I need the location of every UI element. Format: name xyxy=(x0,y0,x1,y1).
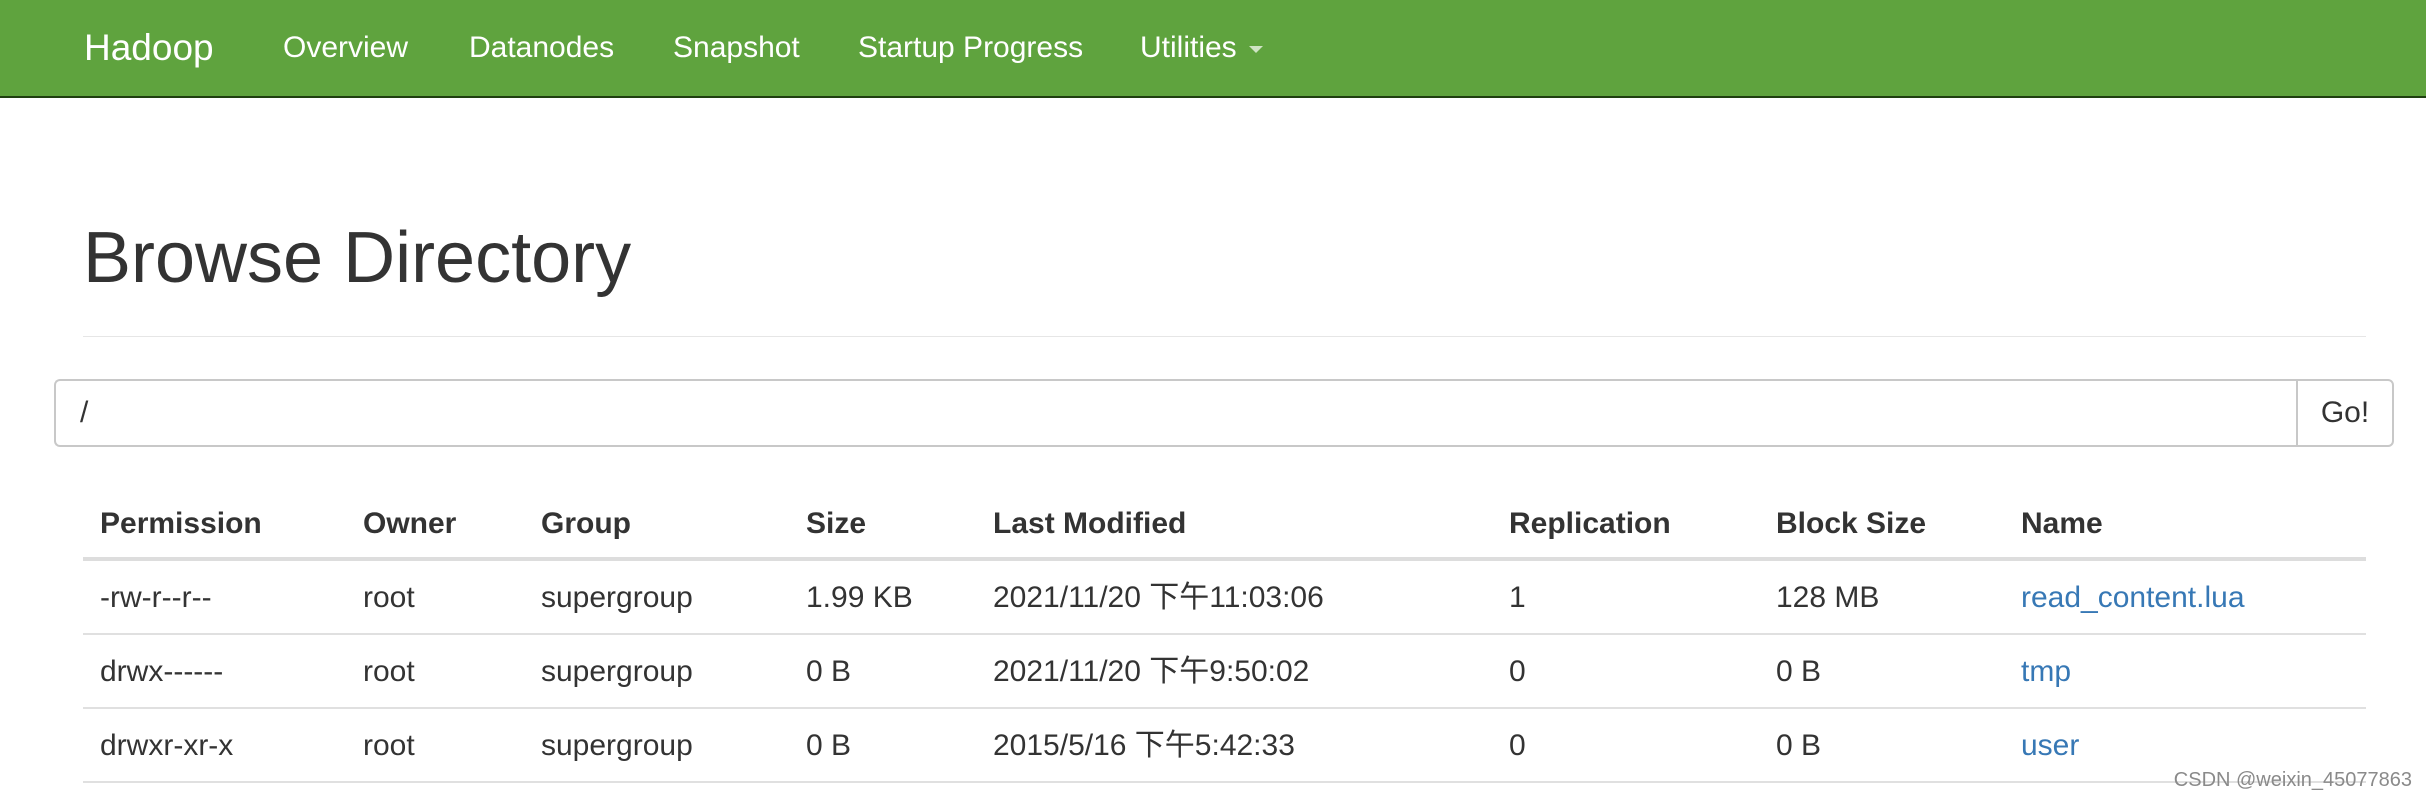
cell-group: supergroup xyxy=(541,729,693,762)
cell-last-modified: 2021/11/20 下午9:50:02 xyxy=(993,655,1310,688)
header-replication[interactable]: Replication xyxy=(1509,496,1671,552)
watermark: CSDN @weixin_45077863 xyxy=(2173,769,2412,791)
cell-block-size: 128 MB xyxy=(1776,581,1880,614)
cell-permission: drwx------ xyxy=(100,655,224,688)
cell-size: 0 B xyxy=(806,655,852,688)
table-row: drwxr-xr-x root supergroup 0 B 2015/5/16… xyxy=(83,709,2366,783)
directory-name-link[interactable]: user xyxy=(2021,709,2079,783)
title-divider xyxy=(83,336,2366,337)
cell-size: 0 B xyxy=(806,729,852,762)
table-header-row: Permission Owner Group Size Last Modifie… xyxy=(83,496,2366,561)
cell-replication: 0 xyxy=(1509,655,1526,688)
nav-utilities-dropdown[interactable]: Utilities xyxy=(1140,26,1263,70)
cell-owner: root xyxy=(363,581,415,614)
nav-snapshot[interactable]: Snapshot xyxy=(673,26,800,70)
directory-name-link[interactable]: tmp xyxy=(2021,635,2071,709)
cell-group: supergroup xyxy=(541,655,693,688)
file-name-link[interactable]: read_content.lua xyxy=(2021,561,2245,635)
cell-replication: 0 xyxy=(1509,729,1526,762)
cell-size: 1.99 KB xyxy=(806,581,913,614)
top-navbar: Hadoop Overview Datanodes Snapshot Start… xyxy=(0,0,2426,98)
header-permission[interactable]: Permission xyxy=(100,496,262,552)
nav-utilities-label: Utilities xyxy=(1140,31,1237,64)
nav-startup-progress[interactable]: Startup Progress xyxy=(858,26,1083,70)
cell-last-modified: 2021/11/20 下午11:03:06 xyxy=(993,581,1324,614)
nav-datanodes[interactable]: Datanodes xyxy=(469,26,614,70)
cell-group: supergroup xyxy=(541,581,693,614)
chevron-down-icon xyxy=(1248,45,1263,53)
brand-link[interactable]: Hadoop xyxy=(84,24,214,72)
header-size[interactable]: Size xyxy=(806,496,866,552)
cell-block-size: 0 B xyxy=(1776,729,1822,762)
cell-replication: 1 xyxy=(1509,581,1526,614)
header-group[interactable]: Group xyxy=(541,496,631,552)
directory-path-input[interactable] xyxy=(54,379,2297,447)
header-last-modified[interactable]: Last Modified xyxy=(993,496,1186,552)
directory-table: Permission Owner Group Size Last Modifie… xyxy=(83,496,2366,783)
table-row: drwx------ root supergroup 0 B 2021/11/2… xyxy=(83,635,2366,709)
cell-last-modified: 2015/5/16 下午5:42:33 xyxy=(993,729,1295,762)
header-owner[interactable]: Owner xyxy=(363,496,456,552)
header-name[interactable]: Name xyxy=(2021,496,2103,552)
cell-block-size: 0 B xyxy=(1776,655,1822,688)
nav-overview[interactable]: Overview xyxy=(283,26,408,70)
go-button[interactable]: Go! xyxy=(2296,379,2394,447)
table-row: -rw-r--r-- root supergroup 1.99 KB 2021/… xyxy=(83,561,2366,635)
cell-owner: root xyxy=(363,655,415,688)
cell-owner: root xyxy=(363,729,415,762)
cell-permission: drwxr-xr-x xyxy=(100,729,234,762)
header-block-size[interactable]: Block Size xyxy=(1776,496,1926,552)
cell-permission: -rw-r--r-- xyxy=(100,581,212,614)
page-title: Browse Directory xyxy=(83,218,632,298)
